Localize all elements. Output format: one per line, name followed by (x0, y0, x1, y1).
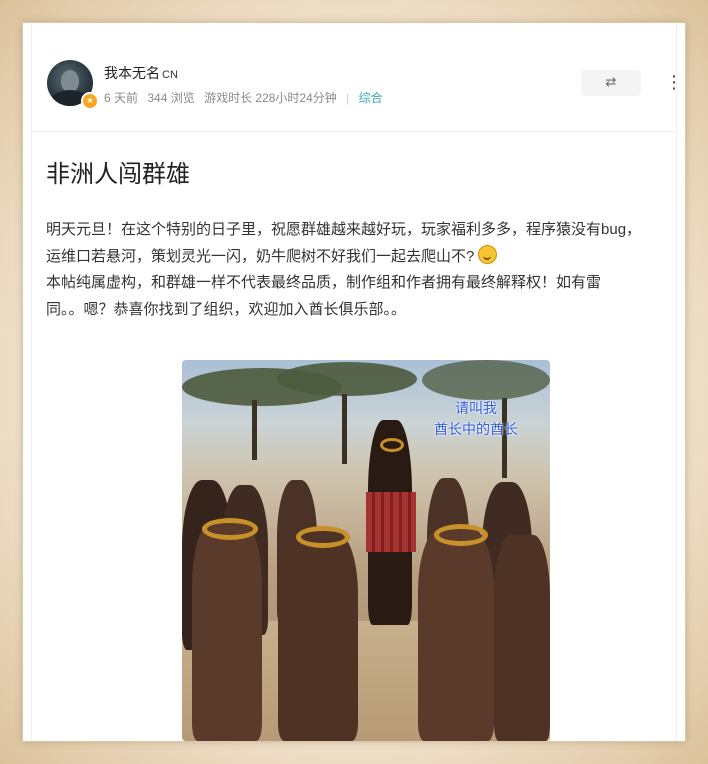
author-playtime: 游戏时长 228小时24分钟 (204, 91, 337, 105)
body-line: 同。。嗯？恭喜你找到了组织，欢迎加入酋长俱乐部。。 (46, 300, 407, 318)
caption-line: 酋长中的酋长 (434, 421, 518, 437)
leader-red-shuka (366, 492, 416, 552)
swap-icon: ⇄ (605, 75, 617, 90)
body-line: 明天元旦！在这个特别的日子里，祝愿群雄越来越好玩，玩家福利多多，程序猿没有bug… (46, 221, 642, 238)
more-options-button[interactable]: ⋮ (665, 71, 683, 95)
beaded-necklace (434, 524, 488, 546)
acacia-canopy-middle (277, 362, 417, 396)
post-card: ★ 我本无名 CN 6 天前 344 浏览 游戏时长 228小时24分钟 | 综合… (23, 23, 685, 741)
acacia-canopy-right (422, 360, 550, 400)
meta-separator: | (346, 91, 350, 105)
image-caption: 请叫我 酋长中的酋长 (434, 398, 518, 440)
woman-figure (278, 530, 358, 741)
post-meta: 6 天前 344 浏览 游戏时长 228小时24分钟 | 综合 (104, 89, 389, 106)
beaded-necklace (296, 526, 350, 548)
beaded-necklace (202, 518, 258, 540)
header-divider (33, 131, 675, 132)
woman-figure (494, 535, 550, 741)
share-button[interactable]: ⇄ (581, 70, 641, 96)
author-name[interactable]: 我本无名 CN (104, 63, 178, 83)
card-border-left (31, 23, 32, 741)
body-line-with-emoji: 运维口若悬河，策划灵光一闪，奶牛爬树不好我们一起去爬山不? (46, 244, 676, 271)
woman-figure (418, 528, 494, 741)
body-line: 本帖纯属虚构，和群雄一样不代表最终品质，制作组和作者拥有最终解释权！如有雷 (46, 274, 602, 291)
body-line: 运维口若悬河，策划灵光一闪，奶牛爬树不好我们一起去爬山不? (46, 247, 475, 265)
avatar-face (61, 70, 79, 92)
woman-figure (192, 520, 262, 741)
caption-line: 请叫我 (455, 400, 497, 416)
author-name-suffix: CN (162, 69, 178, 81)
post-category-link[interactable]: 综合 (359, 91, 383, 105)
post-views: 344 浏览 (147, 91, 195, 105)
more-vertical-icon: ⋮ (665, 72, 683, 93)
card-border-right (676, 23, 677, 741)
decorative-frame: ★ 我本无名 CN 6 天前 344 浏览 游戏时长 228小时24分钟 | 综合… (0, 0, 708, 764)
post-time: 6 天前 (104, 91, 139, 105)
post-title: 非洲人闯群雄 (46, 161, 190, 188)
smirk-emoji-icon (478, 244, 498, 264)
tree-trunk (252, 400, 257, 460)
post-body: 明天元旦！在这个特别的日子里，祝愿群雄越来越好玩，玩家福利多多，程序猿没有bug… (46, 217, 676, 323)
leader-necklace (380, 438, 404, 452)
star-badge-icon: ★ (81, 92, 99, 110)
author-name-text: 我本无名 (104, 65, 160, 81)
post-image[interactable]: 请叫我 酋长中的酋长 (182, 360, 550, 741)
tree-trunk (342, 394, 347, 464)
